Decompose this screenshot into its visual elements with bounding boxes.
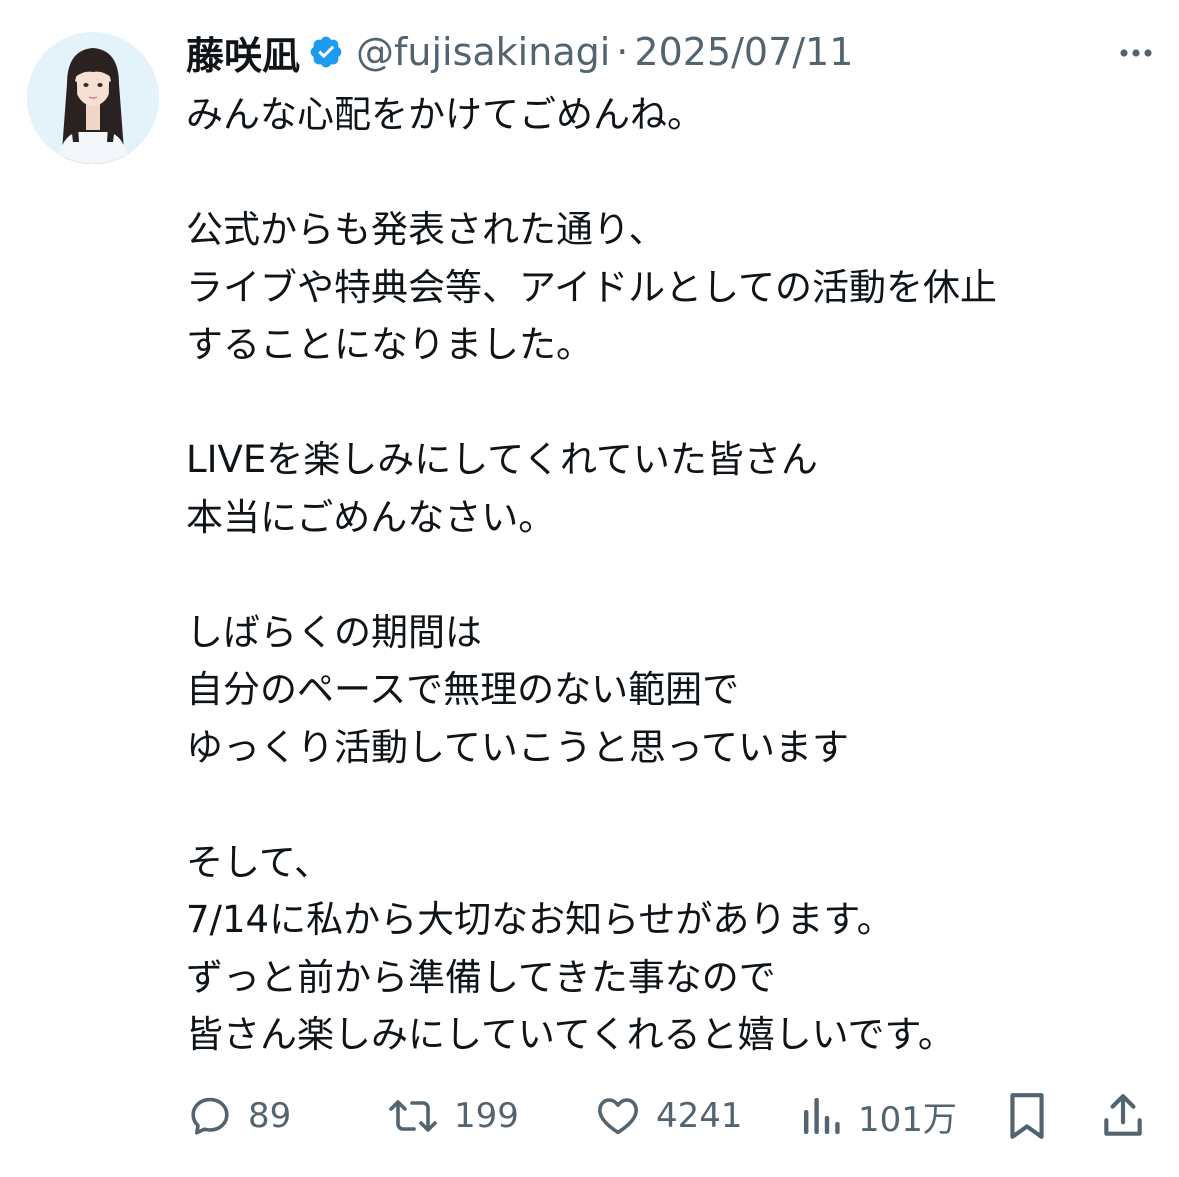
views-button[interactable]: 101万 (800, 1086, 957, 1146)
more-dots-icon[interactable] (1119, 36, 1153, 70)
tweet-header: 藤咲凪 @fujisakinagi · 2025/07/11 (186, 24, 853, 80)
share-button[interactable] (1100, 1086, 1146, 1146)
reply-count: 89 (248, 1096, 292, 1136)
reply-bubble-icon (186, 1092, 234, 1140)
separator-dot: · (616, 30, 629, 74)
tweet: 藤咲凪 @fujisakinagi · 2025/07/11 みんな心配をかけて… (0, 0, 1179, 1177)
verified-badge-icon (308, 34, 344, 70)
tweet-line: ずっと前から準備してきた事なので (186, 955, 776, 999)
action-bar: 89 199 4241 101万 (0, 1086, 1179, 1146)
tweet-line: 7/14に私から大切なお知らせがあります。 (186, 898, 894, 941)
repost-count: 199 (454, 1096, 519, 1136)
share-upload-icon (1100, 1091, 1146, 1141)
repost-button[interactable]: 199 (386, 1086, 519, 1146)
bookmark-button[interactable] (1004, 1086, 1050, 1146)
tweet-line: 公式からも発表された通り、 (186, 208, 666, 251)
tweet-line: しばらくの期間は (186, 610, 482, 654)
reply-button[interactable]: 89 (186, 1086, 291, 1146)
tweet-line: 本当にごめんなさい。 (186, 495, 556, 539)
avatar[interactable] (27, 32, 159, 164)
tweet-line: LIVEを楽しみにしてくれていた皆さん (186, 438, 818, 481)
repost-arrows-icon (386, 1092, 440, 1140)
tweet-line: ライブや特典会等、アイドルとしての活動を休止 (186, 265, 998, 309)
like-count: 4241 (656, 1096, 743, 1136)
bookmark-icon (1004, 1090, 1050, 1142)
avatar-photo (27, 32, 159, 164)
tweet-line: ゆっくり活動していこうと思っています (186, 725, 850, 769)
tweet-line: そして、 (186, 840, 332, 884)
tweet-line (186, 776, 1146, 834)
tweet-line (186, 144, 1146, 202)
tweet-line: みんな心配をかけてごめんね。 (186, 93, 704, 136)
author-handle[interactable]: @fujisakinagi (356, 30, 610, 74)
bar-chart-icon (800, 1092, 844, 1140)
tweet-line (186, 546, 1146, 604)
heart-icon (594, 1092, 642, 1140)
tweet-line: 自分のペースで無理のない範囲で (186, 668, 740, 711)
tweet-line: することになりました。 (186, 323, 593, 366)
tweet-text: みんな心配をかけてごめんね。 公式からも発表された通り、 ライブや特典会等、アイ… (186, 86, 1146, 1064)
display-name[interactable]: 藤咲凪 (186, 25, 300, 80)
tweet-line (186, 374, 1146, 432)
tweet-line: 皆さん楽しみにしていてくれると嬉しいです。 (186, 1013, 955, 1056)
tweet-date[interactable]: 2025/07/11 (634, 30, 853, 74)
views-count: 101万 (858, 1099, 957, 1140)
like-button[interactable]: 4241 (594, 1086, 743, 1146)
